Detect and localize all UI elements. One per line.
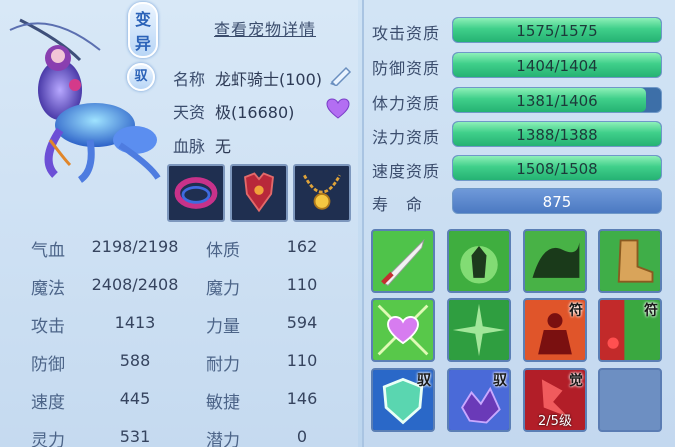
qual-text-defense: 1404/1404 xyxy=(516,57,598,75)
armor-icon xyxy=(244,172,274,213)
yu-badge: 驭 xyxy=(127,63,155,91)
pet-name-value: 龙虾骑士(100) xyxy=(215,70,323,89)
pet-bloodline-label: 血脉 xyxy=(173,137,206,156)
qual-text-mana: 1388/1388 xyxy=(516,126,598,144)
pet-aptitude-row: 天资 极(16680) xyxy=(173,99,294,123)
skill-slot-10[interactable]: 驭 xyxy=(447,368,511,432)
shatter-skill-icon xyxy=(449,300,509,360)
skill-slot-4[interactable] xyxy=(598,229,662,293)
defense-label: 防御 xyxy=(31,355,65,375)
endurance-label: 耐力 xyxy=(206,355,240,375)
qual-label-attack: 攻击资质 xyxy=(372,24,441,43)
pet-bloodline-row: 血脉无 xyxy=(173,133,231,157)
defense-value: 588 xyxy=(119,351,151,370)
agility-value: 146 xyxy=(286,389,318,408)
heart-skill-icon xyxy=(373,300,433,360)
qual-text-speed: 1508/1508 xyxy=(516,160,598,178)
magic-value: 110 xyxy=(286,275,318,294)
spirit-value: 531 xyxy=(119,427,151,446)
rename-pencil-icon[interactable] xyxy=(328,64,354,88)
sword-skill-icon xyxy=(373,231,433,291)
skill-9-badge: 驭 xyxy=(417,373,431,389)
hp-value: 2198/2198 xyxy=(91,237,179,256)
endurance-value: 110 xyxy=(286,351,318,370)
skill-slot-9[interactable]: 驭 xyxy=(371,368,435,432)
qual-text-stamina: 1381/1406 xyxy=(516,92,598,110)
bracelet-icon xyxy=(174,177,218,209)
skill-slot-5[interactable] xyxy=(371,298,435,362)
skill-slot-8[interactable]: 符 xyxy=(598,298,662,362)
skill-slot-11[interactable]: 觉 2/5级 xyxy=(523,368,587,432)
qual-text-attack: 1575/1575 xyxy=(516,22,598,40)
hp-label: 气血 xyxy=(31,241,65,261)
dragon-skill-icon xyxy=(525,231,585,291)
skill-slot-3[interactable] xyxy=(523,229,587,293)
boot-skill-icon xyxy=(600,231,660,291)
qual-label-stamina: 体力资质 xyxy=(372,94,441,113)
qual-bar-attack: 1575/1575 xyxy=(452,17,662,43)
pet-name-label: 名称 xyxy=(173,70,206,89)
speed-label: 速度 xyxy=(31,393,65,413)
skill-slot-7[interactable]: 符 xyxy=(523,298,587,362)
potential-label: 潜力 xyxy=(206,431,240,447)
skill-slot-2[interactable] xyxy=(447,229,511,293)
strength-label: 力量 xyxy=(206,317,240,337)
skill-11-badge: 觉 xyxy=(569,373,583,389)
strength-value: 594 xyxy=(286,313,318,332)
heart-icon[interactable] xyxy=(326,98,350,120)
spirit-label: 灵力 xyxy=(31,431,65,447)
skill-8-badge: 符 xyxy=(644,303,658,319)
qual-label-speed: 速度资质 xyxy=(372,162,441,181)
qual-bar-speed: 1508/1508 xyxy=(452,155,662,181)
qual-bar-stamina: 1381/1406 xyxy=(452,87,662,113)
necklace-icon xyxy=(303,174,341,210)
qual-bar-mana: 1388/1388 xyxy=(452,121,662,147)
shadow-warrior-skill-icon xyxy=(449,231,509,291)
magic-label: 魔力 xyxy=(206,279,240,299)
skill-11-level: 2/5级 xyxy=(538,414,572,429)
speed-value: 445 xyxy=(119,389,151,408)
lifespan-bar: 875 xyxy=(452,188,662,214)
qual-label-mana: 法力资质 xyxy=(372,128,441,147)
lifespan-value: 875 xyxy=(542,193,572,211)
pet-aptitude-value: 极(16680) xyxy=(215,103,295,122)
pet-aptitude-label: 天资 xyxy=(173,103,206,122)
potential-value: 0 xyxy=(296,427,308,446)
constitution-label: 体质 xyxy=(206,241,240,261)
constitution-value: 162 xyxy=(286,237,318,256)
pet-bloodline-value: 无 xyxy=(215,137,232,156)
mp-value: 2408/2408 xyxy=(91,275,179,294)
skill-7-badge: 符 xyxy=(569,303,583,319)
equipment-slot-necklace[interactable] xyxy=(293,164,351,222)
qual-bar-defense: 1404/1404 xyxy=(452,52,662,78)
lifespan-label: 寿 命 xyxy=(372,195,424,214)
equipment-slot-bracelet[interactable] xyxy=(167,164,225,222)
skill-slot-empty xyxy=(598,368,662,432)
skill-10-badge: 驭 xyxy=(493,373,507,389)
view-pet-details-link[interactable]: 查看宠物详情 xyxy=(214,16,316,40)
equipment-slot-armor[interactable] xyxy=(230,164,288,222)
attack-value: 1413 xyxy=(114,313,156,332)
attack-label: 攻击 xyxy=(31,317,65,337)
skill-slot-6[interactable] xyxy=(447,298,511,362)
mp-label: 魔法 xyxy=(31,279,65,299)
agility-label: 敏捷 xyxy=(206,393,240,413)
skill-slot-1[interactable] xyxy=(371,229,435,293)
pet-name-row: 名称 龙虾骑士(100) xyxy=(173,66,322,90)
mutant-badge: 变异 xyxy=(128,2,158,58)
qual-label-defense: 防御资质 xyxy=(372,59,441,78)
